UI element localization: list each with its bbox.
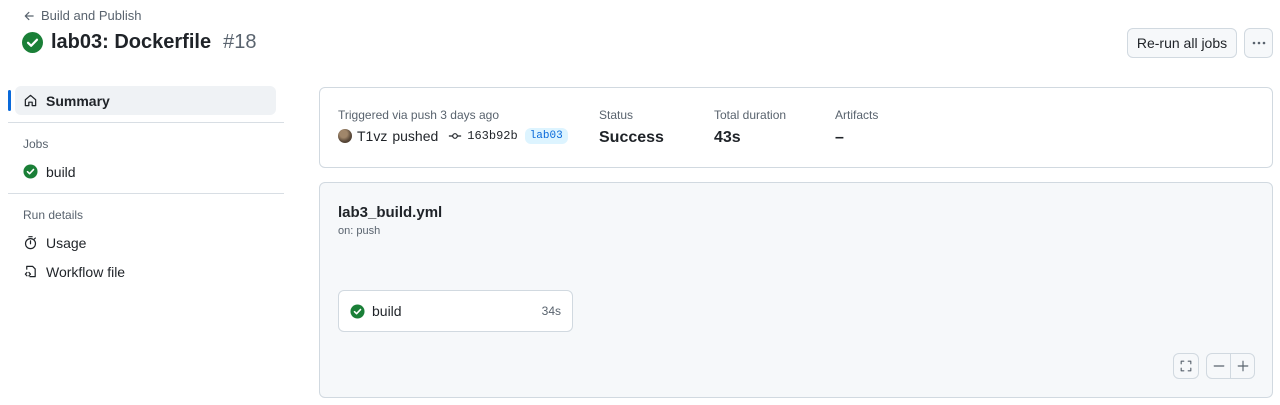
sidebar-item-label: Summary — [46, 92, 110, 109]
branch-label[interactable]: lab03 — [524, 128, 568, 144]
sidebar-item-workflow-file[interactable]: Workflow file — [15, 257, 276, 286]
zoom-in-button[interactable] — [1230, 353, 1255, 379]
status-label: Status — [599, 108, 634, 122]
actor-action: pushed — [392, 128, 439, 144]
run-title: lab03: Dockerfile — [51, 31, 212, 53]
trigger-label: Triggered via push 3 days ago — [338, 108, 499, 122]
home-icon — [24, 94, 37, 107]
file-code-icon — [24, 265, 36, 278]
status-column: Status Success — [599, 108, 664, 147]
sidebar-item-build[interactable]: build — [15, 157, 276, 186]
back-link[interactable]: Build and Publish — [23, 8, 141, 23]
status-value: Success — [599, 129, 664, 146]
jobs-heading: Jobs — [23, 137, 49, 151]
stopwatch-icon — [24, 236, 37, 250]
check-circle-icon — [23, 164, 38, 179]
zoom-out-button[interactable] — [1206, 353, 1231, 379]
artifacts-label: Artifacts — [835, 108, 879, 122]
artifacts-value: – — [835, 129, 844, 146]
more-options-button[interactable] — [1244, 28, 1273, 58]
actor-link[interactable]: T1vz — [357, 128, 387, 144]
job-name: build — [372, 303, 402, 319]
avatar[interactable] — [338, 129, 352, 143]
check-circle-icon — [22, 32, 43, 53]
duration-value: 43s — [714, 129, 741, 146]
back-link-label: Build and Publish — [41, 8, 142, 23]
sidebar-item-summary[interactable]: Summary — [15, 86, 276, 115]
trigger-column: Triggered via push 3 days ago T1vz pushe… — [338, 108, 568, 144]
plus-icon — [1237, 360, 1248, 372]
arrow-left-icon — [24, 11, 34, 20]
fullscreen-button[interactable] — [1173, 353, 1199, 379]
job-duration: 34s — [541, 304, 561, 318]
sidebar-divider — [8, 122, 284, 123]
page-title: lab03: Dockerfile #18 — [22, 31, 256, 54]
check-circle-icon — [350, 303, 365, 319]
sidebar-item-usage[interactable]: Usage — [15, 228, 276, 257]
run-details-heading: Run details — [23, 208, 84, 222]
duration-column: Total duration 43s — [714, 108, 786, 147]
sidebar-item-label: Workflow file — [46, 263, 126, 280]
job-node-build[interactable]: build 34s — [338, 290, 573, 332]
rerun-all-jobs-button[interactable]: Re-run all jobs — [1127, 28, 1237, 58]
run-summary-card: Triggered via push 3 days ago T1vz pushe… — [319, 87, 1273, 168]
git-commit-icon — [449, 133, 462, 139]
minus-icon — [1213, 365, 1224, 367]
commit-sha-link[interactable]: 163b92b — [467, 129, 517, 143]
workflow-file-name: lab3_build.yml — [338, 204, 443, 221]
sidebar: Summary Jobs build Run details Usage Wor… — [8, 86, 284, 286]
active-indicator — [8, 90, 11, 111]
artifacts-column: Artifacts – — [835, 108, 878, 147]
workflow-graph-card: lab3_build.yml on: push build 34s — [319, 182, 1273, 398]
kebab-horizontal-icon — [1252, 41, 1265, 45]
sidebar-divider — [8, 193, 284, 194]
fullscreen-icon — [1180, 360, 1192, 372]
sidebar-item-label: build — [46, 163, 76, 180]
workflow-trigger: on: push — [338, 225, 381, 237]
duration-label: Total duration — [714, 108, 787, 122]
run-number: #18 — [223, 31, 257, 53]
sidebar-item-label: Usage — [46, 234, 87, 251]
